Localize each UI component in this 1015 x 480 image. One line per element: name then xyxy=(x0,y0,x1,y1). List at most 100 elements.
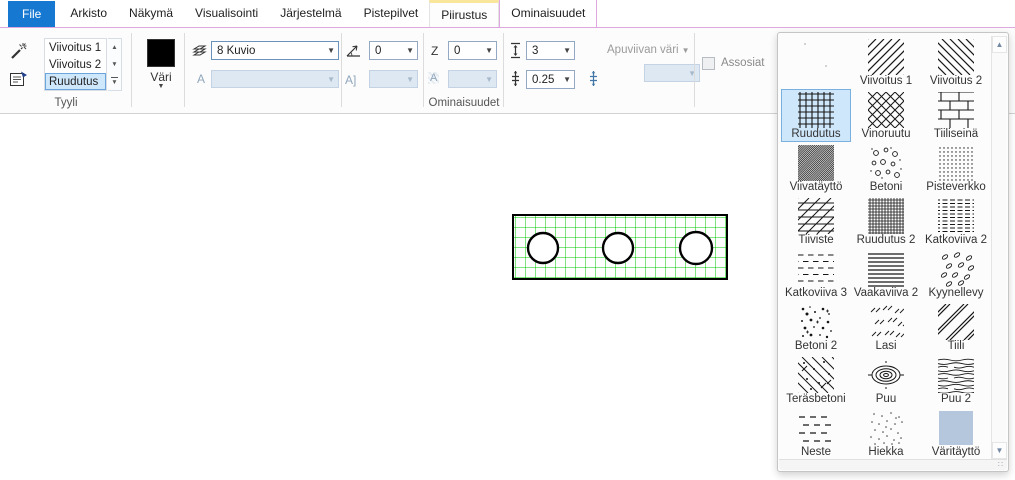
scroll-up-button[interactable]: ▲ xyxy=(992,36,1007,53)
scroll-down-button[interactable]: ▼ xyxy=(992,442,1007,459)
hole-circle[interactable] xyxy=(680,232,712,264)
chevron-down-icon: ▼ xyxy=(563,75,571,84)
associative-checkbox[interactable] xyxy=(702,57,715,70)
tab-näkymä[interactable]: Näkymä xyxy=(118,0,184,27)
text-style-combo[interactable]: ▼ xyxy=(211,70,339,88)
pattern-viivatäyttö[interactable]: Viivatäyttö xyxy=(781,142,851,195)
pattern-puu[interactable]: Puu xyxy=(851,354,921,407)
properties-button[interactable] xyxy=(6,68,30,90)
ribbon-tab-bar: FileArkistoNäkymäVisualisointiJärjestelm… xyxy=(0,0,1015,28)
pattern-combo[interactable]: 8 Kuvio ▼ xyxy=(211,41,339,60)
pattern-label: Vaakaviiva 2 xyxy=(854,287,918,300)
pattern-swatch-icon xyxy=(798,92,834,128)
pattern-label: Hiekka xyxy=(868,446,903,459)
style-item-viivoitus-2[interactable]: Viivoitus 2 xyxy=(45,56,106,73)
chevron-down-icon[interactable]: ▼ xyxy=(133,83,189,90)
z-combo[interactable]: 0 ▼ xyxy=(448,41,497,60)
chevron-down-icon: ▼ xyxy=(485,75,493,84)
style-item-viivoitus-1[interactable]: Viivoitus 1 xyxy=(45,39,106,56)
pattern-label: Ruudutus 2 xyxy=(857,234,916,247)
pattern-kyynellevy[interactable]: Kyynellevy xyxy=(921,248,991,301)
pattern-teräsbetoni[interactable]: Teräsbetoni xyxy=(781,354,851,407)
scroll-down-button[interactable]: ▼ xyxy=(108,56,121,73)
pattern-katkoviiva-3[interactable]: Katkoviiva 3 xyxy=(781,248,851,301)
pattern-betoni-2[interactable]: Betoni 2 xyxy=(781,301,851,354)
z-value: 0 xyxy=(454,45,460,57)
pattern-none[interactable] xyxy=(781,36,851,89)
pattern-tiiliseinä[interactable]: Tiiliseinä xyxy=(921,89,991,142)
guide-color-dropdown[interactable]: Apuviivan väri▼ xyxy=(607,44,690,56)
layers-icon xyxy=(191,45,208,58)
flyout-scrollbar[interactable]: ▲ ▼ xyxy=(991,36,1006,460)
pattern-tiiviste[interactable]: Tiiviste xyxy=(781,195,851,248)
tab-pistepilvet[interactable]: Pistepilvet xyxy=(353,0,430,27)
tab-järjestelmä[interactable]: Järjestelmä xyxy=(269,0,352,27)
pattern-ruudutus-2[interactable]: Ruudutus 2 xyxy=(851,195,921,248)
group-divider xyxy=(184,33,185,107)
pattern-väritäyttö[interactable]: Väritäyttö xyxy=(921,407,991,460)
tab-piirustus[interactable]: Piirustus xyxy=(429,0,499,27)
pattern-tiili[interactable]: Tiili xyxy=(921,301,991,354)
pattern-swatch-icon xyxy=(938,357,974,393)
pattern-katkoviiva-2[interactable]: Katkoviiva 2 xyxy=(921,195,991,248)
pattern-swatch-icon xyxy=(798,304,834,340)
pattern-swatch-icon xyxy=(938,145,974,181)
scroll-up-button[interactable]: ▲ xyxy=(108,39,121,56)
text-frame-combo[interactable]: ▼ xyxy=(369,70,418,88)
associative-checkbox-label: Assosiat xyxy=(721,57,764,69)
wand-icon xyxy=(9,42,28,61)
pattern-swatch-icon xyxy=(938,198,974,234)
pattern-lasi[interactable]: Lasi xyxy=(851,301,921,354)
hatched-text-combo[interactable]: ▼ xyxy=(448,70,497,88)
pattern-puu-2[interactable]: Puu 2 xyxy=(921,354,991,407)
color-swatch xyxy=(147,39,175,67)
text-style-label: A xyxy=(197,72,205,86)
hatch-pattern-flyout: Viivoitus 1Viivoitus 2RuudutusVinoruutuT… xyxy=(777,32,1009,472)
spacing-icon xyxy=(509,70,522,87)
format-painter-button[interactable] xyxy=(6,40,30,62)
tab-ominaisuudet[interactable]: Ominaisuudet xyxy=(499,0,597,27)
pattern-pisteverkko[interactable]: Pisteverkko xyxy=(921,142,991,195)
style-item-ruudutus[interactable]: Ruudutus xyxy=(45,73,106,90)
drawing-canvas[interactable] xyxy=(505,207,735,289)
tab-file[interactable]: File xyxy=(8,1,55,27)
pattern-ruudutus[interactable]: Ruudutus xyxy=(781,89,851,142)
guide-color-label: Apuviivan väri xyxy=(607,44,679,56)
color-button[interactable]: Väri xyxy=(133,70,189,84)
group-divider xyxy=(423,33,424,107)
z-label: Z xyxy=(431,44,438,58)
chevron-down-icon: ▼ xyxy=(327,75,335,84)
hole-circle[interactable] xyxy=(528,233,558,263)
pattern-viivoitus-1[interactable]: Viivoitus 1 xyxy=(851,36,921,89)
pattern-swatch-icon xyxy=(868,198,904,234)
pattern-vinoruutu[interactable]: Vinoruutu xyxy=(851,89,921,142)
pattern-label: Tiili xyxy=(948,340,965,353)
pattern-label: Viivatäyttö xyxy=(790,181,843,194)
tab-visualisointi[interactable]: Visualisointi xyxy=(184,0,269,27)
spacing-toggle-button[interactable] xyxy=(584,69,602,88)
pattern-swatch-icon xyxy=(938,92,974,128)
height-combo[interactable]: 3 ▼ xyxy=(526,41,575,60)
guide-color-combo[interactable]: ▼ xyxy=(644,64,700,82)
gallery-more-button[interactable]: ▼ xyxy=(108,73,121,90)
pattern-viivoitus-2[interactable]: Viivoitus 2 xyxy=(921,36,991,89)
group-divider xyxy=(341,33,342,107)
angle-value: 0 xyxy=(375,45,381,57)
spacing-combo[interactable]: 0.25 ▼ xyxy=(526,70,575,89)
hole-circle[interactable] xyxy=(603,233,633,263)
resize-grip[interactable]: ∷ xyxy=(998,460,1004,469)
group-divider xyxy=(694,33,695,107)
pattern-swatch-icon xyxy=(938,304,974,340)
style-list-scroll: ▲ ▼ ▼ xyxy=(108,38,122,91)
group-label-ominaisuudet: Ominaisuudet xyxy=(184,97,744,109)
spacing-icon xyxy=(587,70,600,87)
pattern-vaakaviiva-2[interactable]: Vaakaviiva 2 xyxy=(851,248,921,301)
tab-arkisto[interactable]: Arkisto xyxy=(59,0,118,27)
pattern-betoni[interactable]: Betoni xyxy=(851,142,921,195)
pattern-label: Betoni 2 xyxy=(795,340,837,353)
chevron-down-icon: ▼ xyxy=(485,46,493,55)
angle-combo[interactable]: 0 ▼ xyxy=(369,41,418,60)
chevron-down-icon: ▼ xyxy=(327,46,335,55)
pattern-neste[interactable]: Neste xyxy=(781,407,851,460)
pattern-hiekka[interactable]: Hiekka xyxy=(851,407,921,460)
